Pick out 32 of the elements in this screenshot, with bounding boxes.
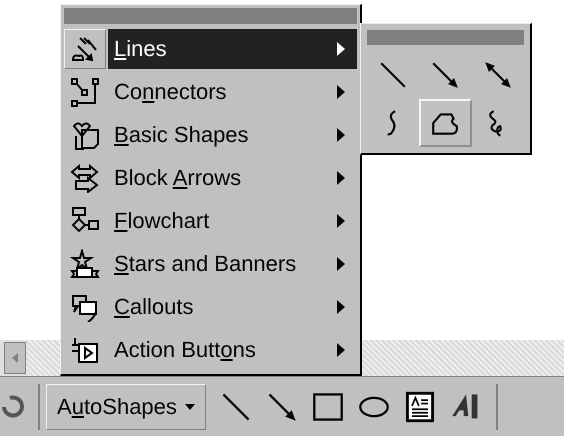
menu-item[interactable]: Stars and Banners [108,244,357,284]
menu-item[interactable]: Basic Shapes [108,114,357,154]
arrow-icon[interactable] [430,60,460,90]
block-arrow-icon [70,162,100,192]
dropdown-caret-icon [184,404,195,410]
connector-icon [70,76,100,106]
autoshapes-button[interactable]: AutoShapes [46,384,206,430]
submenu-arrow-icon [337,300,345,314]
submenu-arrow-icon [337,84,345,98]
basic-shapes-icon [70,120,100,150]
arrow-icon[interactable] [266,390,298,422]
rotate-icon[interactable] [0,392,24,420]
submenu-arrow-icon [337,342,345,356]
menu-item[interactable]: Callouts [108,286,357,326]
line-icon[interactable] [378,60,408,90]
menu-item[interactable]: Block Arrows [108,158,357,198]
star-banner-icon [70,248,100,278]
menu-item[interactable]: Lines [108,28,357,68]
submenu-arrow-icon [337,256,345,270]
left-arrow-icon [12,353,18,363]
menu-item[interactable]: Flowchart [108,200,357,240]
menu-item[interactable]: Connectors [108,72,357,112]
submenu-arrow-icon [337,214,345,228]
submenu-arrow-icon [337,42,345,56]
text-box-icon[interactable] [404,390,436,422]
line-icon[interactable] [220,390,252,422]
submenu-arrow-icon [337,170,345,184]
menu-item[interactable]: Action Buttons [108,330,357,370]
double-arrow-icon[interactable] [482,60,513,90]
rectangle-icon[interactable] [312,390,344,422]
submenu-arrow-icon [337,128,345,142]
tool-slot[interactable] [419,99,472,147]
